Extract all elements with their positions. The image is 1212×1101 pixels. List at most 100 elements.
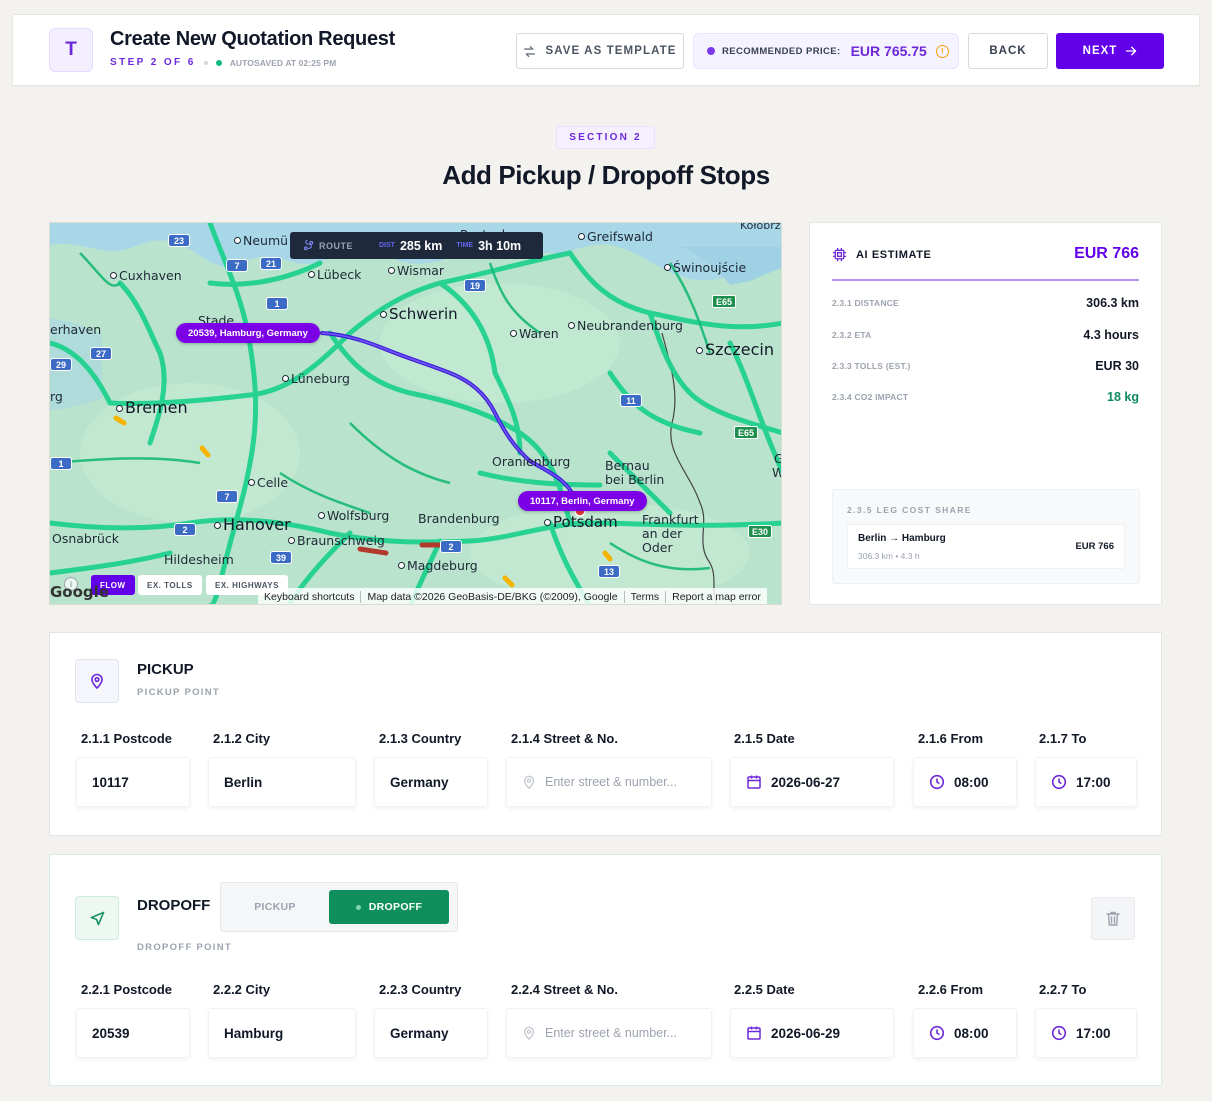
highway-shield-european: E30 bbox=[748, 525, 773, 538]
highway-shield: 19 bbox=[464, 279, 486, 292]
pickup-city-input[interactable]: Berlin bbox=[208, 757, 356, 807]
map-label-swinoujscie: Świnoujście bbox=[664, 260, 746, 275]
map-label-osnabruck: Osnabrück bbox=[52, 531, 120, 546]
section-badge: SECTION 2 bbox=[556, 126, 655, 149]
autosave-status-dot bbox=[215, 59, 222, 66]
dropoff-to-input[interactable]: 17:00 bbox=[1035, 1008, 1137, 1058]
exclude-tolls-toggle[interactable]: EX. TOLLS bbox=[138, 575, 202, 595]
pickup-to-value: 17:00 bbox=[1076, 774, 1111, 790]
estimate-key: 2.3.2 ETA bbox=[832, 330, 872, 340]
dropoff-icon-box bbox=[75, 896, 119, 940]
swap-icon bbox=[524, 45, 536, 57]
highway-shield-european: E65 bbox=[734, 426, 759, 439]
google-logo: Google bbox=[50, 583, 109, 601]
dropoff-city-value: Hamburg bbox=[224, 1025, 284, 1041]
route-summary-chip: ROUTE DIST 285 km TIME 3h 10m bbox=[290, 232, 543, 259]
map-label-edge-w: W bbox=[772, 465, 781, 480]
highway-shield: 21 bbox=[260, 257, 282, 270]
delete-stop-button[interactable] bbox=[1091, 897, 1135, 940]
leg-cost-share-title: 2.3.5 LEG COST SHARE bbox=[847, 505, 972, 515]
to-label: 2.2.7 To bbox=[1039, 982, 1087, 997]
estimate-key: 2.3.3 TOLLS (EST.) bbox=[832, 361, 911, 371]
estimate-value: EUR 30 bbox=[1095, 359, 1139, 373]
from-label: 2.1.6 From bbox=[918, 731, 984, 746]
step-indicator: STEP 2 OF 6 AUTOSAVED AT 02:25 PM bbox=[110, 57, 336, 68]
back-button[interactable]: BACK bbox=[968, 33, 1048, 69]
navigation-arrow-icon bbox=[90, 911, 104, 925]
save-as-template-label: SAVE AS TEMPLATE bbox=[545, 45, 677, 57]
map-label-wismar: Wismar bbox=[388, 263, 444, 278]
toggle-dropoff-option[interactable]: DROPOFF bbox=[329, 890, 449, 924]
recommended-price-pill: RECOMMENDED PRICE: EUR 765.75 ! bbox=[693, 33, 959, 69]
highway-shield: 7 bbox=[216, 490, 238, 503]
estimate-row-eta: 2.3.2 ETA 4.3 hours bbox=[832, 328, 1139, 342]
calendar-icon bbox=[747, 1026, 761, 1040]
dropoff-city-input[interactable]: Hamburg bbox=[208, 1008, 356, 1058]
dropoff-street-input[interactable]: Enter street & number... bbox=[506, 1008, 712, 1058]
clock-icon bbox=[929, 774, 945, 790]
ai-estimate-title: AI ESTIMATE bbox=[856, 248, 932, 261]
pickup-from-value: 08:00 bbox=[954, 774, 989, 790]
dropoff-from-input[interactable]: 08:00 bbox=[913, 1008, 1017, 1058]
from-label: 2.2.6 From bbox=[918, 982, 984, 997]
origin-marker[interactable]: 20539, Hamburg, Germany bbox=[176, 323, 320, 343]
ai-estimate-total: EUR 766 bbox=[1074, 245, 1139, 262]
app-logo: T bbox=[49, 28, 93, 72]
toggle-dropoff-label: DROPOFF bbox=[368, 901, 423, 913]
report-map-error-link[interactable]: Report a map error bbox=[666, 591, 767, 603]
pickup-from-input[interactable]: 08:00 bbox=[913, 757, 1017, 807]
dropoff-postcode-input[interactable]: 20539 bbox=[76, 1008, 190, 1058]
map-label-wolfsburg: Wolfsburg bbox=[318, 508, 389, 523]
route-distance: 285 km bbox=[399, 238, 443, 253]
highway-shield: 2 bbox=[440, 540, 462, 553]
terms-link[interactable]: Terms bbox=[625, 591, 667, 603]
pickup-country-input[interactable]: Germany bbox=[374, 757, 488, 807]
dropoff-date-input[interactable]: 2026-06-29 bbox=[730, 1008, 894, 1058]
autosave-text: AUTOSAVED AT 02:25 PM bbox=[229, 57, 337, 68]
warning-icon[interactable]: ! bbox=[935, 44, 949, 58]
estimate-row-co2: 2.3.4 CO2 IMPACT 18 kg bbox=[832, 390, 1139, 404]
keyboard-shortcuts-link[interactable]: Keyboard shortcuts bbox=[258, 591, 362, 603]
highway-shield: 29 bbox=[50, 358, 72, 371]
map-label-braunschweig: Braunschweig bbox=[288, 533, 385, 548]
ai-estimate-card: AI ESTIMATE EUR 766 2.3.1 DISTANCE 306.3… bbox=[809, 222, 1162, 605]
time-key: TIME bbox=[456, 242, 474, 249]
save-as-template-button[interactable]: SAVE AS TEMPLATE bbox=[516, 33, 684, 69]
estimate-key: 2.3.4 CO2 IMPACT bbox=[832, 392, 909, 402]
date-label: 2.2.5 Date bbox=[734, 982, 795, 997]
pickup-city-value: Berlin bbox=[224, 774, 263, 790]
dropoff-street-placeholder: Enter street & number... bbox=[545, 1026, 678, 1040]
highway-shield: 2 bbox=[174, 523, 196, 536]
leg-item: Berlin → Hamburg 306.3 km • 4.3 h EUR 76… bbox=[847, 524, 1125, 569]
map-label-bremerhaven: erhaven bbox=[50, 322, 102, 337]
street-label: 2.1.4 Street & No. bbox=[511, 731, 618, 746]
page-title: Create New Quotation Request bbox=[110, 28, 395, 50]
selected-dot bbox=[355, 904, 361, 910]
ai-estimate-header: AI ESTIMATE bbox=[832, 247, 931, 262]
toggle-pickup-option[interactable]: PICKUP bbox=[221, 883, 329, 931]
map-label-oranienburg: Oranienburg bbox=[492, 454, 571, 469]
clock-icon bbox=[1051, 774, 1067, 790]
route-map[interactable]: Neumü Rostock Greifswald Kołobrz Cuxhave… bbox=[49, 222, 782, 605]
postcode-label: 2.2.1 Postcode bbox=[81, 982, 173, 997]
estimate-row-distance: 2.3.1 DISTANCE 306.3 km bbox=[832, 296, 1139, 310]
pickup-street-input[interactable]: Enter street & number... bbox=[506, 757, 712, 807]
dropoff-country-input[interactable]: Germany bbox=[374, 1008, 488, 1058]
location-pin-icon bbox=[523, 1026, 535, 1040]
calendar-icon bbox=[747, 775, 761, 789]
postcode-label: 2.1.1 Postcode bbox=[81, 731, 173, 746]
highway-shield: 13 bbox=[598, 565, 620, 578]
map-label-neubrandenburg: Neubrandenburg bbox=[568, 318, 683, 333]
map-label-brandenburg: Brandenburg bbox=[418, 511, 500, 526]
destination-marker[interactable]: 10117, Berlin, Germany bbox=[518, 491, 647, 511]
city-label: 2.1.2 City bbox=[213, 731, 271, 746]
highway-shield: 23 bbox=[168, 234, 190, 247]
pickup-postcode-input[interactable]: 10117 bbox=[76, 757, 190, 807]
pickup-date-input[interactable]: 2026-06-27 bbox=[730, 757, 894, 807]
separator-dot bbox=[203, 60, 208, 65]
pickup-title: PICKUP bbox=[137, 661, 194, 678]
next-button[interactable]: NEXT bbox=[1056, 33, 1164, 69]
stop-type-toggle: PICKUP DROPOFF bbox=[220, 882, 458, 932]
pickup-to-input[interactable]: 17:00 bbox=[1035, 757, 1137, 807]
country-label: 2.1.3 Country bbox=[379, 731, 462, 746]
